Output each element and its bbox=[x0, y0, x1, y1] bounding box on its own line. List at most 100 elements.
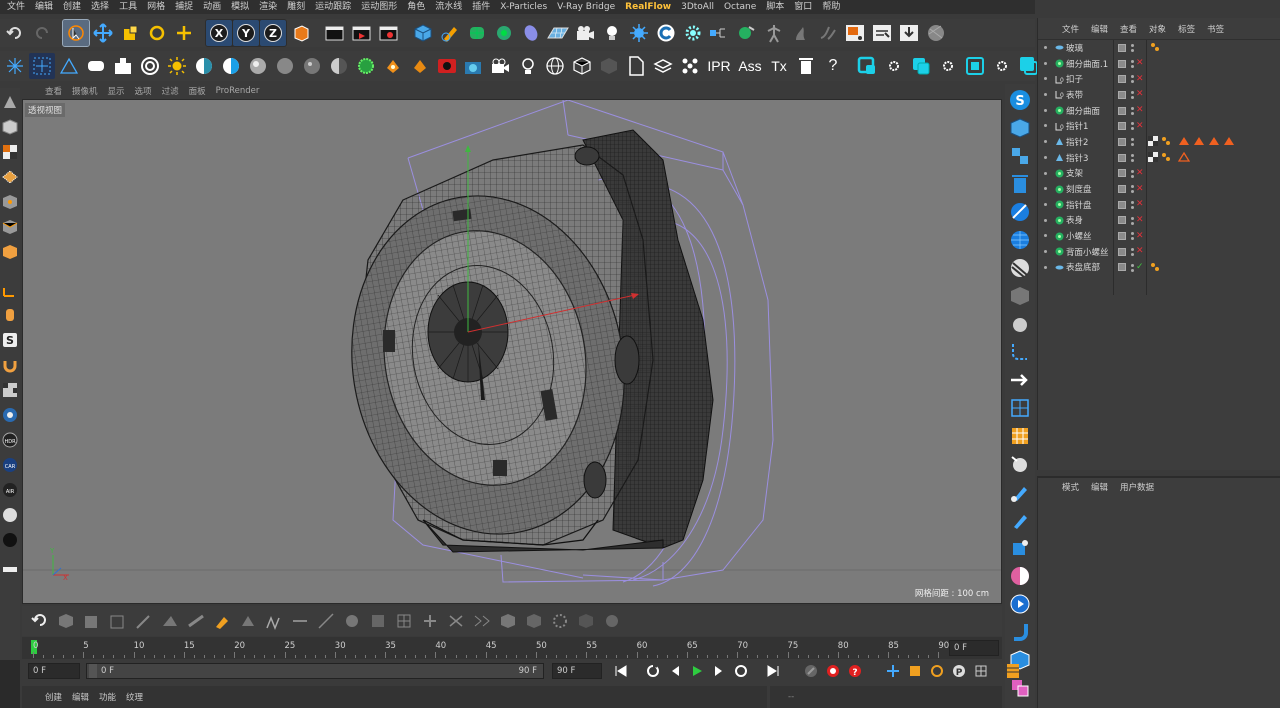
disabled-x-icon[interactable]: ✕ bbox=[1136, 247, 1144, 256]
dark-box-icon[interactable] bbox=[596, 53, 622, 79]
editor-visibility-dot[interactable] bbox=[1131, 247, 1134, 251]
menu-item-18[interactable]: RealFlow bbox=[620, 0, 676, 14]
end-frame-field[interactable]: 90 F bbox=[552, 663, 602, 679]
render-visibility-dot[interactable] bbox=[1131, 158, 1134, 162]
grid-light-icon[interactable] bbox=[29, 53, 55, 79]
gear-tool-icon[interactable] bbox=[548, 609, 572, 633]
material-menu-item-1[interactable]: 编辑 bbox=[67, 691, 94, 703]
mix-material-icon[interactable] bbox=[326, 53, 352, 79]
expand-dot[interactable] bbox=[1044, 124, 1047, 128]
grey-cube-icon[interactable] bbox=[1007, 284, 1033, 308]
close-hole-icon[interactable] bbox=[340, 609, 364, 633]
layer-checkbox[interactable] bbox=[1118, 247, 1126, 256]
key-scale-icon[interactable] bbox=[906, 662, 924, 680]
constraint-tag-icon[interactable] bbox=[1223, 136, 1235, 149]
dark-hdri-icon[interactable] bbox=[1, 529, 19, 551]
viewport-menu-item-2[interactable]: 显示 bbox=[103, 85, 130, 97]
object-row[interactable]: 表身 ✕ bbox=[1038, 213, 1280, 229]
target-icon[interactable] bbox=[137, 53, 163, 79]
layer-checkbox[interactable] bbox=[1118, 59, 1126, 68]
bevel-tool-icon[interactable] bbox=[184, 609, 208, 633]
object-row[interactable]: 指针盘 ✕ bbox=[1038, 197, 1280, 213]
object-row[interactable]: 细分曲面.1 ✕ bbox=[1038, 56, 1280, 72]
object-name[interactable]: 背面小螺丝 bbox=[1066, 246, 1109, 258]
render-visibility-dot[interactable] bbox=[1131, 80, 1134, 84]
render-visibility-dot[interactable] bbox=[1131, 49, 1134, 52]
menu-item-11[interactable]: 运动跟踪 bbox=[310, 0, 356, 14]
expand-dot[interactable] bbox=[1044, 93, 1047, 97]
cyan-frame-icon-2[interactable] bbox=[908, 53, 934, 79]
sun-icon[interactable] bbox=[164, 53, 190, 79]
layer-checkbox[interactable] bbox=[1118, 153, 1126, 162]
viewport-menu-item-1[interactable]: 摄像机 bbox=[67, 85, 103, 97]
layers-icon[interactable] bbox=[650, 53, 676, 79]
workplane-icon[interactable] bbox=[1, 166, 19, 188]
box-outline-icon[interactable] bbox=[569, 53, 595, 79]
object-row[interactable]: 指针3 bbox=[1038, 150, 1280, 166]
y-axis-icon[interactable]: Y bbox=[233, 20, 259, 46]
object-row[interactable]: 细分曲面 ✕ bbox=[1038, 103, 1280, 119]
tweak-mode-icon[interactable] bbox=[1, 304, 19, 326]
striped-sphere-icon[interactable] bbox=[1007, 256, 1033, 280]
render-picture-viewer-icon[interactable] bbox=[349, 20, 375, 46]
spot-light-icon[interactable] bbox=[110, 53, 136, 79]
render-visibility-dot[interactable] bbox=[1131, 252, 1134, 256]
editor-visibility-dot[interactable] bbox=[1131, 200, 1134, 204]
array-tool-icon[interactable] bbox=[470, 609, 494, 633]
points-mode-icon[interactable] bbox=[1, 191, 19, 213]
viewport-menu-item-6[interactable]: ProRender bbox=[211, 86, 265, 96]
expand-dot[interactable] bbox=[1044, 155, 1047, 159]
menu-item-12[interactable]: 运动图形 bbox=[356, 0, 402, 14]
object-name[interactable]: 细分曲面.1 bbox=[1066, 58, 1108, 70]
editor-visibility-dot[interactable] bbox=[1131, 169, 1134, 173]
disabled-x-icon[interactable]: ✕ bbox=[1136, 121, 1144, 131]
expand-dot[interactable] bbox=[1044, 171, 1047, 175]
texture-gradient-icon[interactable] bbox=[407, 53, 433, 79]
editor-visibility-dot[interactable] bbox=[1131, 185, 1134, 189]
checker-icon-1[interactable] bbox=[1, 379, 19, 401]
object-menu-item-0[interactable]: 文件 bbox=[1056, 23, 1085, 35]
recent-tool-icon[interactable] bbox=[171, 20, 197, 46]
menu-item-23[interactable]: 帮助 bbox=[817, 0, 845, 14]
expand-dot[interactable] bbox=[1044, 46, 1047, 49]
prev-key-icon[interactable] bbox=[644, 662, 662, 680]
cube-tool-4-icon[interactable] bbox=[522, 609, 546, 633]
record-key-icon[interactable] bbox=[802, 662, 820, 680]
paint-bucket-icon[interactable] bbox=[1007, 536, 1033, 560]
next-frame-icon[interactable] bbox=[710, 662, 728, 680]
flare-icon[interactable] bbox=[2, 53, 28, 79]
octane-camera-icon[interactable] bbox=[461, 53, 487, 79]
realflow-icon[interactable] bbox=[788, 20, 814, 46]
go-to-start-icon[interactable] bbox=[612, 662, 630, 680]
bend-icon[interactable] bbox=[1007, 340, 1033, 364]
go-to-end-icon[interactable] bbox=[764, 662, 782, 680]
expand-dot[interactable] bbox=[1044, 187, 1047, 191]
menu-item-16[interactable]: X-Particles bbox=[495, 0, 552, 14]
mirror-tool-icon[interactable] bbox=[418, 609, 442, 633]
move-icon[interactable] bbox=[90, 20, 116, 46]
editor-visibility-dot[interactable] bbox=[1131, 216, 1134, 220]
specular-material-icon[interactable] bbox=[245, 53, 271, 79]
scatter-icon[interactable] bbox=[677, 53, 703, 79]
object-row[interactable]: 0 指针1 ✕ bbox=[1038, 118, 1280, 134]
texture-orange-icon[interactable] bbox=[380, 53, 406, 79]
film-camera-icon[interactable] bbox=[488, 53, 514, 79]
layer-checkbox[interactable] bbox=[1118, 90, 1126, 99]
disabled-x-icon[interactable]: ✕ bbox=[1136, 74, 1144, 84]
redo-icon[interactable] bbox=[29, 20, 55, 46]
expand-dot[interactable] bbox=[1044, 108, 1047, 112]
menu-item-5[interactable]: 网格 bbox=[142, 0, 170, 14]
arrange-tool-icon[interactable] bbox=[444, 609, 468, 633]
delete-icon[interactable] bbox=[1007, 172, 1033, 196]
cyan-gear-icon[interactable] bbox=[881, 53, 907, 79]
constraint-tag-icon[interactable] bbox=[1177, 151, 1191, 165]
disabled-x-icon[interactable]: ✕ bbox=[1136, 90, 1144, 99]
layer-checkbox[interactable] bbox=[1118, 216, 1126, 225]
render-visibility-dot[interactable] bbox=[1131, 111, 1134, 115]
timeline-layout-icon[interactable] bbox=[1004, 662, 1022, 680]
expand-dot[interactable] bbox=[1044, 61, 1047, 65]
disabled-x-icon[interactable]: ✕ bbox=[1136, 106, 1144, 115]
script-icon[interactable] bbox=[869, 20, 895, 46]
scale-icon[interactable] bbox=[117, 20, 143, 46]
editor-visibility-dot[interactable] bbox=[1131, 122, 1134, 126]
